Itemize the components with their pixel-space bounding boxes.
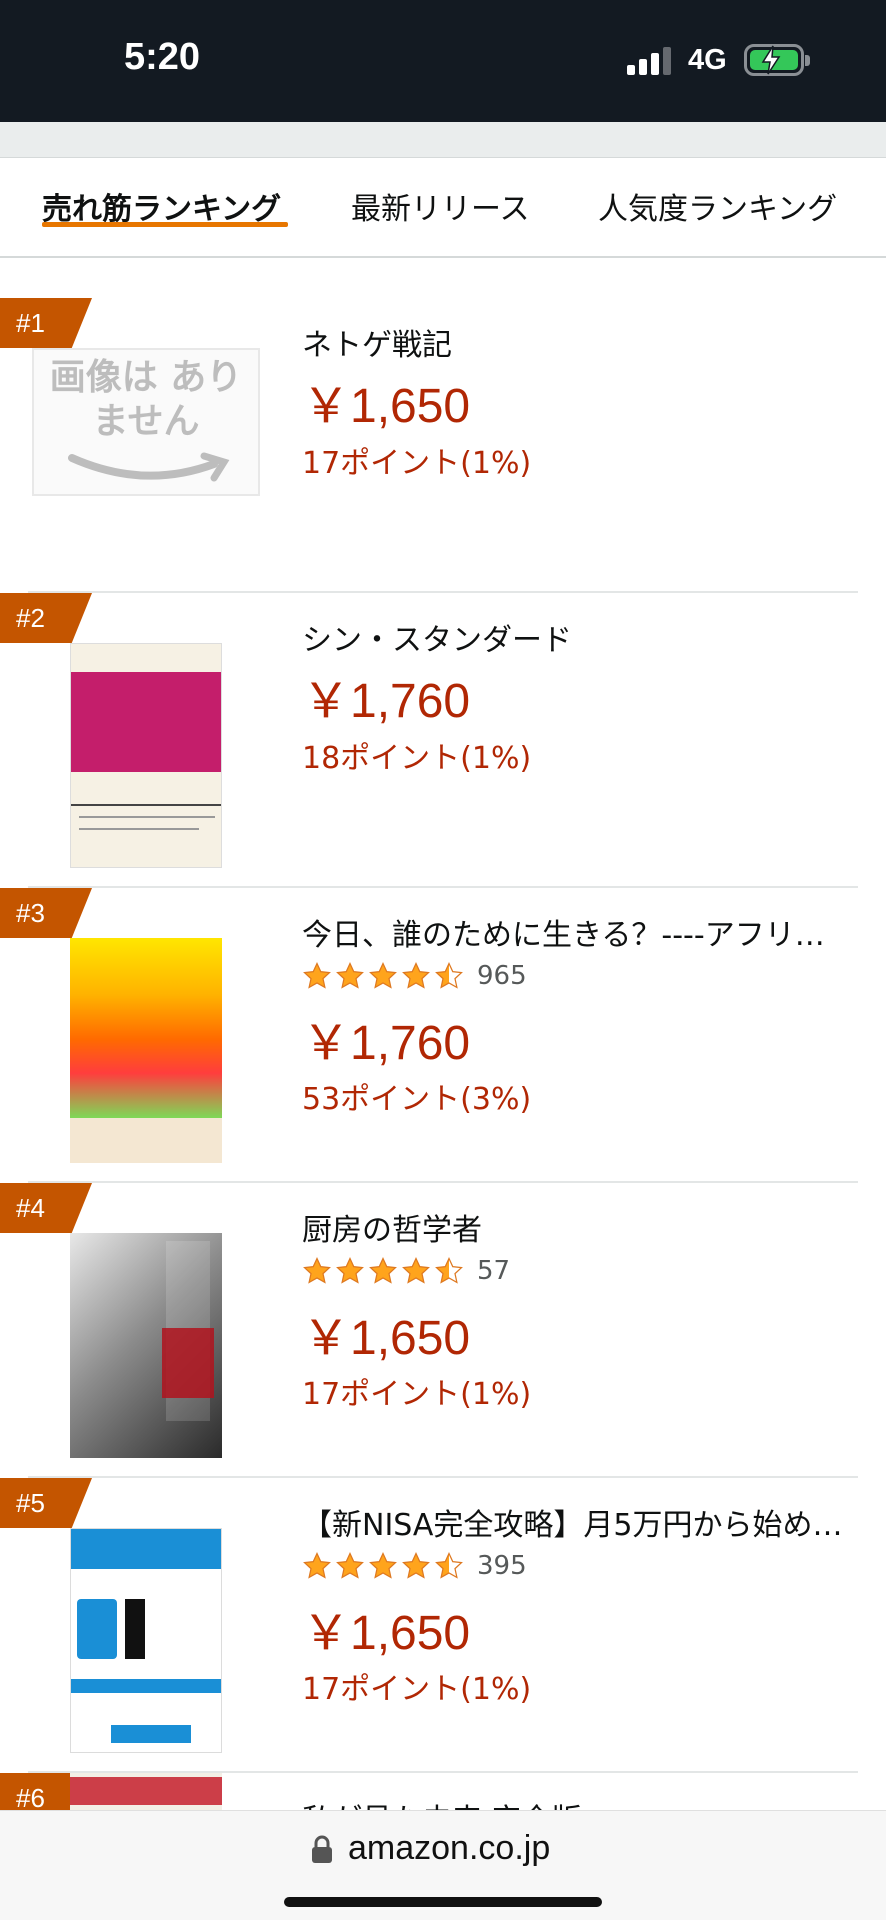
ranking-item[interactable]: #2 シン・スタンダード ￥1,760 18ポイント(1%) <box>0 593 886 888</box>
star-half-icon <box>435 1257 463 1284</box>
book-cover-image[interactable] <box>70 1233 222 1458</box>
star-rating[interactable]: 965 <box>302 958 527 994</box>
product-price: ￥1,650 <box>302 1312 471 1365</box>
ranking-item[interactable]: #3 今日、誰のために生きる？----アフリカのシャ… 965 ￥1,760 5… <box>0 888 886 1183</box>
product-price: ￥1,760 <box>302 675 471 728</box>
star-full-icon <box>402 962 430 989</box>
star-half-icon <box>435 962 463 989</box>
ranking-tabs: 売れ筋ランキング 最新リリース 人気度ランキング <box>0 158 886 258</box>
ranking-item[interactable]: #6 私が見た未来 完全版 <box>0 1773 886 1810</box>
star-full-icon <box>369 1552 397 1579</box>
product-price: ￥1,760 <box>302 1017 471 1070</box>
battery-charging-icon <box>744 44 810 76</box>
star-full-icon <box>303 1257 331 1284</box>
tab-new-releases[interactable]: 最新リリース <box>351 184 530 228</box>
signal-icon <box>627 47 673 75</box>
rank-badge: #4 <box>0 1183 92 1233</box>
review-count: 395 <box>477 1551 527 1581</box>
product-price: ￥1,650 <box>302 380 471 433</box>
status-bar: 5:20 4G <box>0 0 886 122</box>
star-rating[interactable]: 395 <box>302 1548 527 1584</box>
product-title[interactable]: ネトゲ戦記 <box>302 320 846 364</box>
product-points: 53ポイント(3%) <box>302 1082 532 1117</box>
product-points: 17ポイント(1%) <box>302 1672 532 1707</box>
book-cover-image[interactable] <box>70 1528 222 1753</box>
star-rating[interactable]: 57 <box>302 1253 510 1289</box>
product-title[interactable]: 厨房の哲学者 <box>302 1205 846 1249</box>
product-points: 17ポイント(1%) <box>302 1377 532 1412</box>
ranking-item[interactable]: #4 厨房の哲学者 57 ￥1,650 17ポイント(1%) <box>0 1183 886 1478</box>
status-time: 5:20 <box>124 36 201 78</box>
book-cover-image[interactable] <box>70 643 222 868</box>
review-count: 57 <box>477 1256 511 1286</box>
star-half-icon <box>435 1552 463 1579</box>
lock-icon <box>312 1835 332 1863</box>
ranking-item[interactable]: #1 画像は ありません ネトゲ戦記 ￥1,650 17ポイント(1%) <box>0 298 886 593</box>
star-full-icon <box>336 962 364 989</box>
product-title[interactable]: シン・スタンダード <box>302 615 846 659</box>
active-tab-indicator <box>42 222 288 227</box>
star-full-icon <box>303 1552 331 1579</box>
amazon-smile-icon <box>68 452 230 482</box>
star-full-icon <box>303 962 331 989</box>
url-domain[interactable]: amazon.co.jp <box>348 1829 550 1868</box>
no-image-placeholder: 画像は ありません <box>32 348 260 496</box>
header-gap <box>0 122 886 158</box>
tab-popularity[interactable]: 人気度ランキング <box>598 184 837 228</box>
rank-badge: #3 <box>0 888 92 938</box>
ranking-item[interactable]: #5 【新NISA完全攻略】月5万円から始める… 395 ￥1,650 17ポイ… <box>0 1478 886 1773</box>
book-cover-image[interactable] <box>70 938 222 1163</box>
rank-badge: #2 <box>0 593 92 643</box>
star-full-icon <box>402 1257 430 1284</box>
star-full-icon <box>369 1257 397 1284</box>
product-points: 17ポイント(1%) <box>302 446 532 481</box>
product-title[interactable]: 今日、誰のために生きる？----アフリカのシャ… <box>302 910 846 954</box>
no-image-text: 画像は ありません <box>49 357 243 442</box>
product-price: ￥1,650 <box>302 1607 471 1660</box>
product-title[interactable]: 私が見た未来 完全版 <box>302 1795 846 1810</box>
home-indicator[interactable] <box>284 1897 602 1907</box>
star-full-icon <box>336 1257 364 1284</box>
rank-badge: #1 <box>0 298 92 348</box>
review-count: 965 <box>477 961 527 991</box>
star-full-icon <box>336 1552 364 1579</box>
product-points: 18ポイント(1%) <box>302 741 532 776</box>
browser-url-bar[interactable]: amazon.co.jp <box>0 1810 886 1920</box>
star-full-icon <box>402 1552 430 1579</box>
star-full-icon <box>369 962 397 989</box>
book-cover-image[interactable] <box>70 1773 222 1810</box>
network-label: 4G <box>688 44 727 76</box>
rank-badge: #5 <box>0 1478 92 1528</box>
product-title[interactable]: 【新NISA完全攻略】月5万円から始める… <box>302 1500 846 1544</box>
